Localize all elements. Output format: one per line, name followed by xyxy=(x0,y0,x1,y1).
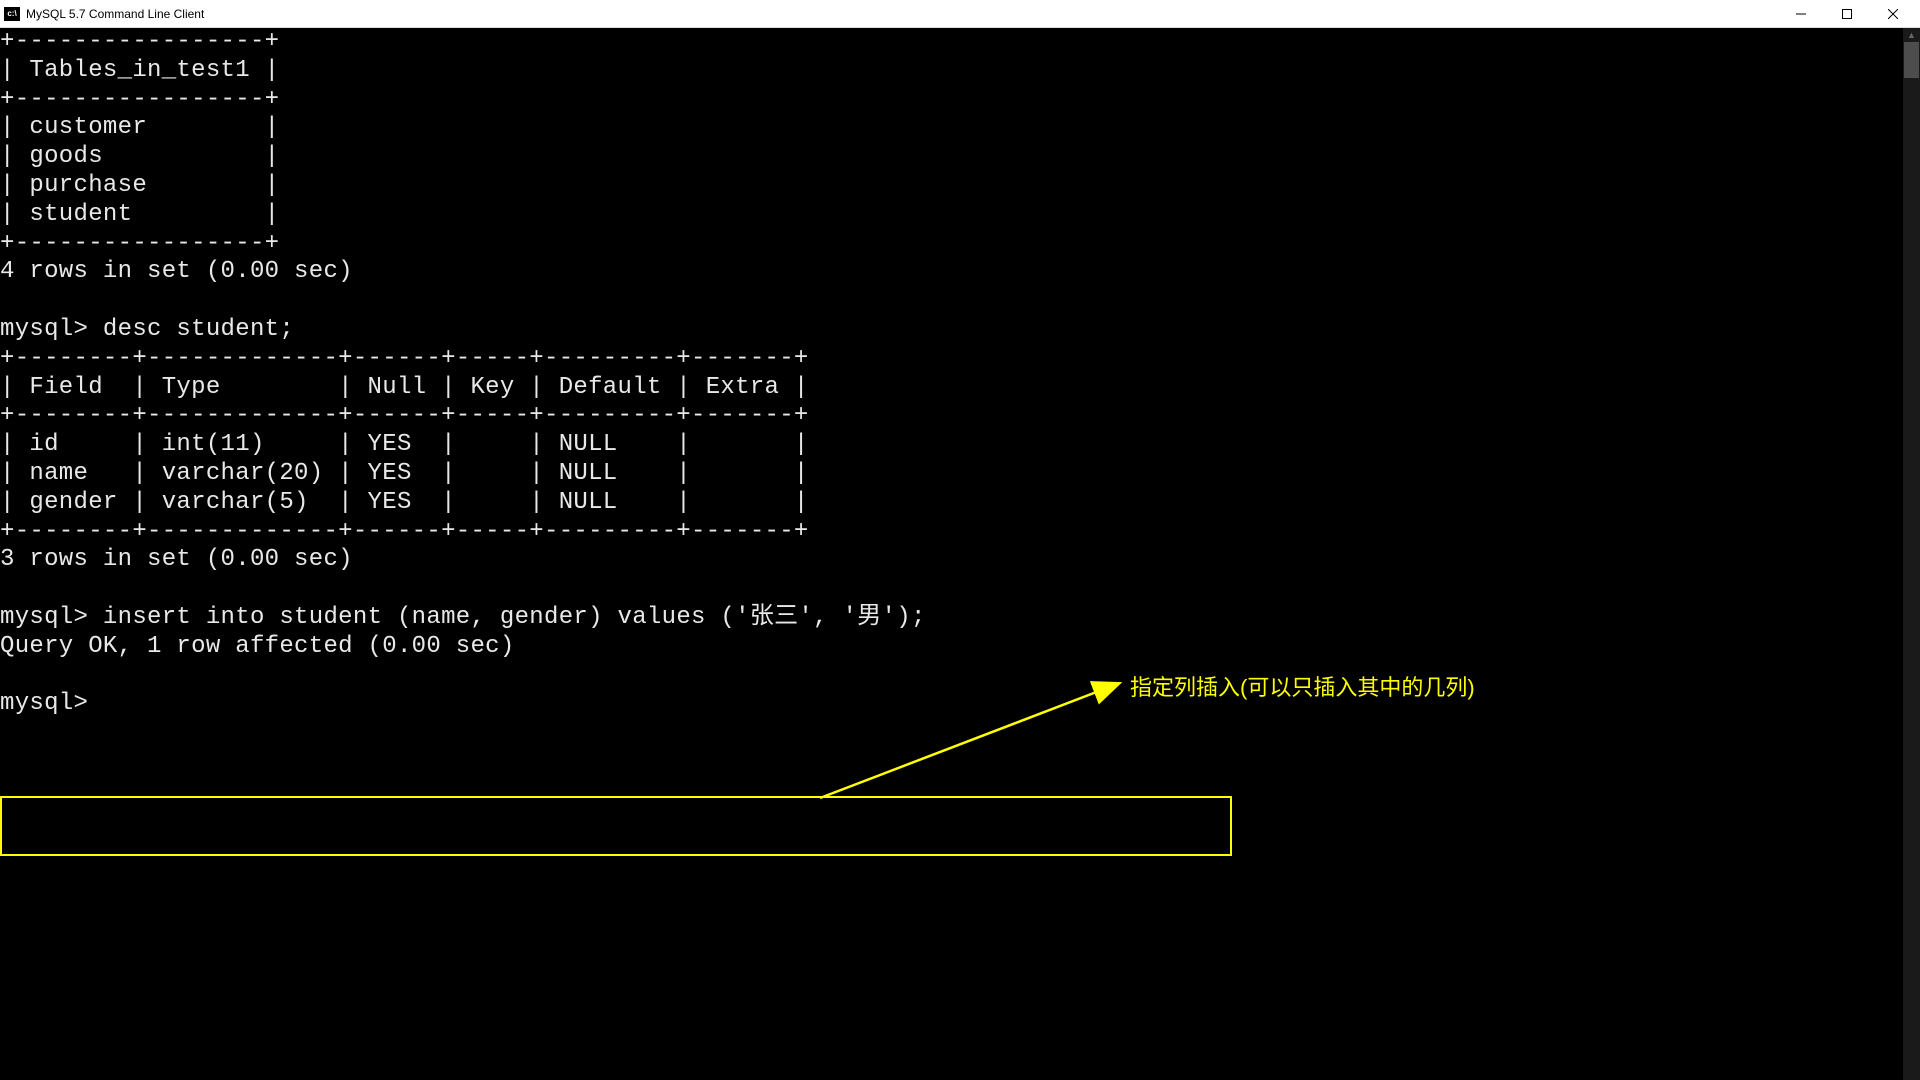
tables-row: | customer | xyxy=(0,114,279,141)
desc-command: desc student; xyxy=(103,316,294,343)
tables-row: | goods | xyxy=(0,143,279,170)
tables-header: | Tables_in_test1 | xyxy=(0,57,279,84)
insert-result: Query OK, 1 row affected (0.00 sec) xyxy=(0,633,515,660)
prompt: mysql> xyxy=(0,604,103,631)
desc-row: | id | int(11) | YES | | NULL | | xyxy=(0,431,809,458)
final-prompt: mysql> xyxy=(0,690,103,717)
highlight-box xyxy=(0,796,1232,856)
desc-border-top: +--------+-------------+------+-----+---… xyxy=(0,345,809,372)
app-icon: c:\ xyxy=(4,7,20,21)
close-button[interactable] xyxy=(1870,0,1916,28)
desc-border-mid: +--------+-------------+------+-----+---… xyxy=(0,402,809,429)
desc-summary: 3 rows in set (0.00 sec) xyxy=(0,546,353,573)
window-title: MySQL 5.7 Command Line Client xyxy=(26,7,204,21)
tables-row: | student | xyxy=(0,201,279,228)
desc-row: | name | varchar(20) | YES | | NULL | | xyxy=(0,460,809,487)
terminal-area[interactable]: +-----------------+ | Tables_in_test1 | … xyxy=(0,28,1920,1080)
tables-border-bottom: +-----------------+ xyxy=(0,230,279,257)
scrollbar-thumb[interactable] xyxy=(1904,42,1919,78)
scroll-up-icon[interactable]: ▲ xyxy=(1903,28,1920,42)
prompt: mysql> xyxy=(0,316,103,343)
terminal-output: +-----------------+ | Tables_in_test1 | … xyxy=(0,28,1920,719)
tables-border-mid: +-----------------+ xyxy=(0,86,279,113)
window-title-bar: c:\ MySQL 5.7 Command Line Client xyxy=(0,0,1920,28)
minimize-button[interactable] xyxy=(1778,0,1824,28)
desc-row: | gender | varchar(5) | YES | | NULL | | xyxy=(0,489,809,516)
window-controls xyxy=(1778,0,1916,28)
tables-summary: 4 rows in set (0.00 sec) xyxy=(0,258,353,285)
maximize-button[interactable] xyxy=(1824,0,1870,28)
tables-row: | purchase | xyxy=(0,172,279,199)
desc-border-bottom: +--------+-------------+------+-----+---… xyxy=(0,518,809,545)
desc-header: | Field | Type | Null | Key | Default | … xyxy=(0,374,809,401)
insert-command: insert into student (name, gender) value… xyxy=(103,604,926,631)
tables-border-top: +-----------------+ xyxy=(0,28,279,55)
vertical-scrollbar[interactable]: ▲ xyxy=(1903,28,1920,1080)
